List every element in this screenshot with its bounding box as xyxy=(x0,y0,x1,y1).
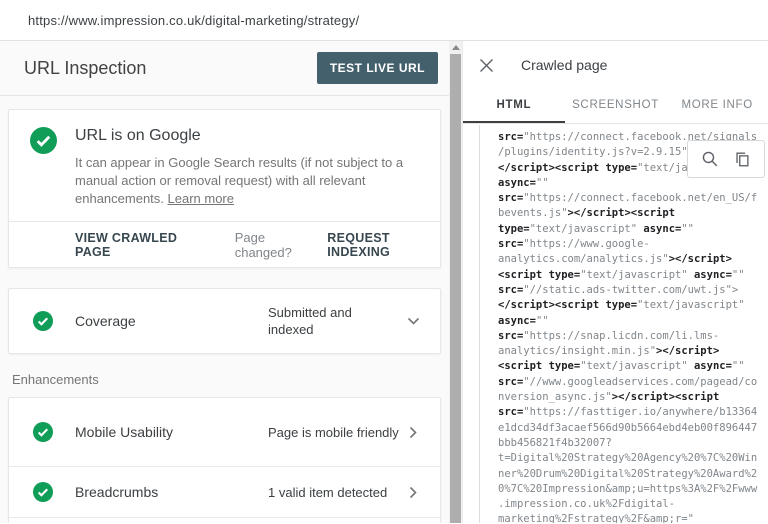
coverage-label: Coverage xyxy=(75,313,136,329)
code-line: marketing%2Fstrategy%2F&amp;r=" xyxy=(498,513,694,523)
index-status-description: It can appear in Google Search results (… xyxy=(75,154,420,208)
chevron-right-icon xyxy=(409,486,417,498)
enhancement-row-breadcrumbs[interactable]: Breadcrumbs 1 valid item detected xyxy=(9,467,440,517)
url-inspection-panel: URL Inspection TEST LIVE URL URL is on G… xyxy=(0,41,449,523)
index-status-description-text: It can appear in Google Search results (… xyxy=(75,155,404,206)
check-circle-icon xyxy=(33,482,53,502)
code-line: analytics.com/analytics.js"></script> xyxy=(498,253,732,266)
request-indexing-link[interactable]: REQUEST INDEXING xyxy=(327,231,440,259)
code-toolbar xyxy=(687,140,765,178)
code-line: ner%20Drum%20Digital%20Strategy%20Award%… xyxy=(498,467,758,480)
coverage-value: Submitted and indexed xyxy=(268,305,352,337)
code-line: .impression.co.uk%2Fdigital- xyxy=(498,498,676,511)
check-circle-icon xyxy=(33,422,53,442)
enhancements-card: Mobile Usability Page is mobile friendly… xyxy=(8,397,441,523)
crawled-page-panel: Crawled page HTML SCREENSHOT MORE INFO s… xyxy=(462,41,768,523)
code-line: src="//static.ads-twitter.com/uwt.js"> xyxy=(498,283,739,296)
copy-icon[interactable] xyxy=(733,150,751,168)
breadcrumbs-value: 1 valid item detected xyxy=(268,484,388,500)
crawled-page-tabs: HTML SCREENSHOT MORE INFO xyxy=(463,89,768,124)
inspection-header: URL Inspection TEST LIVE URL xyxy=(0,41,449,96)
chevron-cell xyxy=(400,426,426,439)
enhancement-row-mobile-usability[interactable]: Mobile Usability Page is mobile friendly xyxy=(9,398,440,466)
chevron-down-icon xyxy=(407,317,419,325)
breadcrumbs-label: Breadcrumbs xyxy=(75,484,159,500)
tab-screenshot[interactable]: SCREENSHOT xyxy=(565,89,667,123)
index-status-actions: VIEW CRAWLED PAGE Page changed? REQUEST … xyxy=(9,221,440,267)
code-line: analytics/insight.min.js"></script> xyxy=(498,345,720,358)
code-line: src="https://www.google- xyxy=(498,238,650,251)
code-line: bevents.js"></script><script xyxy=(498,207,676,220)
code-line: src="https://connect.facebook.net/en_US/… xyxy=(498,192,758,205)
mobile-usability-label: Mobile Usability xyxy=(75,424,174,440)
card-padding xyxy=(9,518,440,523)
page-title: URL Inspection xyxy=(24,57,147,78)
code-line: async="" xyxy=(498,176,549,189)
code-line: bbb456821f4b32007? xyxy=(498,436,612,449)
check-circle-icon xyxy=(33,311,53,331)
inspected-url[interactable]: https://www.impression.co.uk/digital-mar… xyxy=(28,13,359,28)
code-line: nversion_async.js"></script><script xyxy=(498,391,720,404)
test-live-url-button[interactable]: TEST LIVE URL xyxy=(316,52,438,84)
enhancements-heading: Enhancements xyxy=(12,372,99,387)
scroll-up-arrow-icon[interactable] xyxy=(451,45,460,50)
url-bar: https://www.impression.co.uk/digital-mar… xyxy=(0,0,768,41)
code-line: type="text/javascript" async="" xyxy=(498,222,694,235)
mobile-usability-value: Page is mobile friendly xyxy=(268,424,399,440)
main-area: URL Inspection TEST LIVE URL URL is on G… xyxy=(0,41,768,523)
code-line: 0%7C%20Impression&amp;u=https%3A%2F%2Fww… xyxy=(498,482,758,495)
tab-html[interactable]: HTML xyxy=(463,89,565,123)
chevron-cell xyxy=(400,317,426,326)
index-status-title: URL is on Google xyxy=(75,127,201,144)
chevron-cell xyxy=(400,486,426,499)
index-status-card: URL is on Google It can appear in Google… xyxy=(8,109,441,268)
html-source-view[interactable]: src="https://connect.facebook.net/signal… xyxy=(479,125,768,523)
code-line: </script><script type="text/javascript" xyxy=(498,299,745,312)
crawled-page-header: Crawled page xyxy=(463,41,768,89)
view-crawled-page-link[interactable]: VIEW CRAWLED PAGE xyxy=(75,231,199,259)
check-circle-icon xyxy=(30,127,57,154)
close-icon[interactable] xyxy=(479,58,494,73)
left-panel-scrollbar[interactable] xyxy=(449,41,462,523)
code-line: <script type="text/javascript" async="" xyxy=(498,360,745,373)
coverage-card: Coverage Submitted and indexed xyxy=(8,288,441,354)
code-line: src="https://fasttiger.io/anywhere/b1336… xyxy=(498,406,758,419)
coverage-row[interactable]: Coverage Submitted and indexed xyxy=(9,289,440,353)
page-changed-label: Page changed? xyxy=(234,229,292,260)
index-status-body: URL is on Google It can appear in Google… xyxy=(9,110,440,221)
scrollbar-thumb[interactable] xyxy=(450,54,461,523)
code-line: async="" xyxy=(498,314,549,327)
chevron-right-icon xyxy=(409,426,417,438)
code-line: src="//www.googleadservices.com/pagead/c… xyxy=(498,375,758,388)
code-line: t=Digital%20Strategy%20Agency%20%7C%20Wi… xyxy=(498,452,758,465)
learn-more-link[interactable]: Learn more xyxy=(168,191,234,206)
code-line: e1dcd34df3acaef566d90b5664ebd4eb00f89644… xyxy=(498,421,758,434)
search-icon[interactable] xyxy=(701,150,719,168)
tab-more-info[interactable]: MORE INFO xyxy=(666,89,768,123)
code-line: <script type="text/javascript" async="" xyxy=(498,268,745,281)
crawled-page-title: Crawled page xyxy=(521,57,608,73)
code-line: src="https://snap.licdn.com/li.lms- xyxy=(498,329,720,342)
